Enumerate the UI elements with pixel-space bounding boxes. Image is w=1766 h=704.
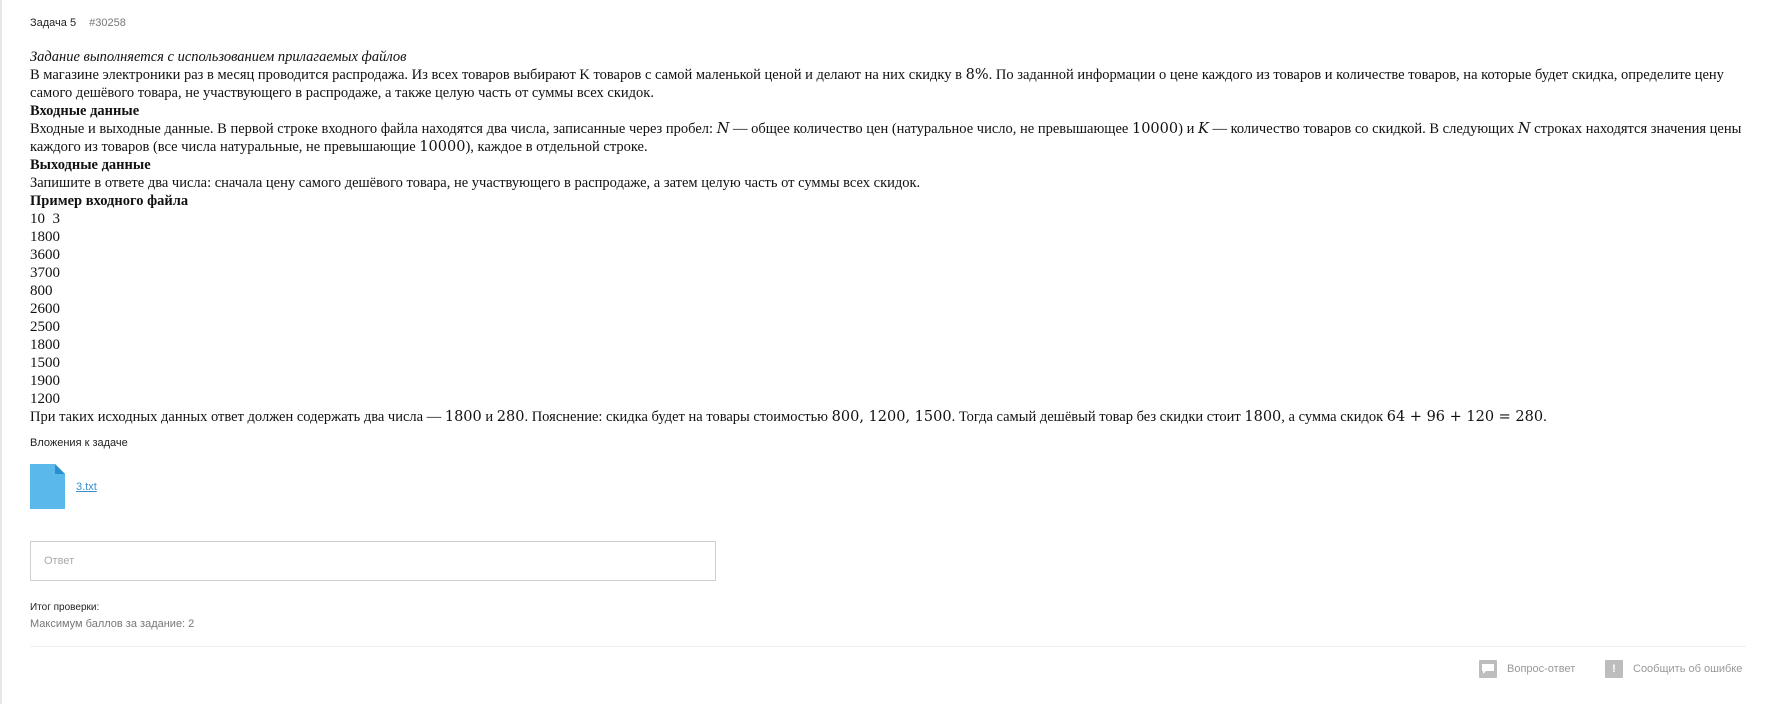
sample-input: 10 3 1800 3600 3700 800 2600 2500 1800 1… (30, 210, 1750, 408)
input-text-3: ) и (1178, 121, 1198, 137)
sample-line: 1500 (30, 355, 60, 371)
explanation-text-4: . Тогда самый дешёвый товар без скидки с… (951, 409, 1245, 425)
answer-input[interactable] (30, 541, 716, 581)
explanation-math-2: 280 (496, 409, 525, 425)
input-text-6: ), каждое в отдельной строке. (465, 139, 648, 155)
sample-line: 10 3 (30, 211, 60, 227)
explanation-text-3: . Пояснение: скидка будет на товары стои… (524, 409, 832, 425)
sample-line: 3700 (30, 265, 60, 281)
problem-body: Задание выполняется с использованием при… (30, 48, 1750, 426)
explanation-text-1: При таких исходных данных ответ должен с… (30, 409, 445, 425)
attachment-link[interactable]: 3.txt (76, 481, 97, 493)
file-icon[interactable] (30, 464, 65, 509)
explanation-math-3: 800, 1200, 1500 (831, 409, 952, 425)
sample-line: 2600 (30, 301, 60, 317)
input-math-4: N (1517, 121, 1531, 137)
task-id: #30258 (89, 17, 126, 29)
problem-statement: В магазине электроники раз в месяц прово… (30, 66, 1750, 102)
sample-line: 1200 (30, 391, 60, 407)
chat-icon (1479, 660, 1497, 678)
statement-math-1: 8% (965, 67, 989, 83)
problem-intro: Задание выполняется с использованием при… (30, 49, 407, 65)
answer-explanation: При таких исходных данных ответ должен с… (30, 408, 1750, 426)
input-title: Входные данные (30, 103, 140, 119)
explanation-math-5: 64 + 96 + 120 = 280 (1386, 409, 1544, 425)
input-text-2: — общее количество цен (натуральное числ… (729, 121, 1132, 137)
input-text-4: — количество товаров со скидкой. В следу… (1208, 121, 1518, 137)
input-description: Входные и выходные данные. В первой стро… (30, 120, 1750, 156)
input-math-2: 10000 (1131, 121, 1179, 137)
input-text-1: Входные и выходные данные. В первой стро… (30, 121, 717, 137)
exclamation-icon: ! (1605, 660, 1623, 678)
explanation-text-5: , а сумма скидок (1281, 409, 1387, 425)
sample-title: Пример входного файла (30, 193, 189, 209)
explanation-text-2: и (481, 409, 497, 425)
sample-line: 1800 (30, 337, 60, 353)
report-error-button[interactable]: ! Сообщить об ошибке (1605, 660, 1742, 678)
explanation-math-4: 1800 (1244, 409, 1282, 425)
sample-line: 1900 (30, 373, 60, 389)
qa-label: Вопрос-ответ (1507, 663, 1576, 675)
check-result-label: Итог проверки: (30, 602, 100, 613)
task-header: Задача 5 #30258 (30, 17, 126, 29)
sample-line: 1800 (30, 229, 60, 245)
attachments-title: Вложения к задаче (30, 437, 128, 449)
output-description: Запишите в ответе два числа: сначала цен… (30, 175, 921, 191)
input-math-5: 10000 (419, 139, 466, 155)
explanation-math-1: 1800 (444, 409, 482, 425)
max-score: Максимум баллов за задание: 2 (30, 618, 195, 630)
explanation-text-6: . (1543, 409, 1547, 425)
statement-text-1: В магазине электроники раз в месяц прово… (30, 67, 966, 83)
qa-button[interactable]: Вопрос-ответ (1479, 660, 1575, 678)
attachment-item[interactable]: 3.txt (30, 464, 97, 509)
sample-line: 2500 (30, 319, 60, 335)
output-title: Выходные данные (30, 157, 151, 173)
task-label: Задача 5 (30, 17, 77, 29)
report-error-label: Сообщить об ошибке (1633, 663, 1743, 675)
input-math-1: N (716, 121, 730, 137)
input-math-3: K (1197, 121, 1209, 137)
left-border (0, 0, 2, 704)
sample-line: 800 (30, 283, 53, 299)
divider (30, 646, 1746, 647)
sample-line: 3600 (30, 247, 60, 263)
